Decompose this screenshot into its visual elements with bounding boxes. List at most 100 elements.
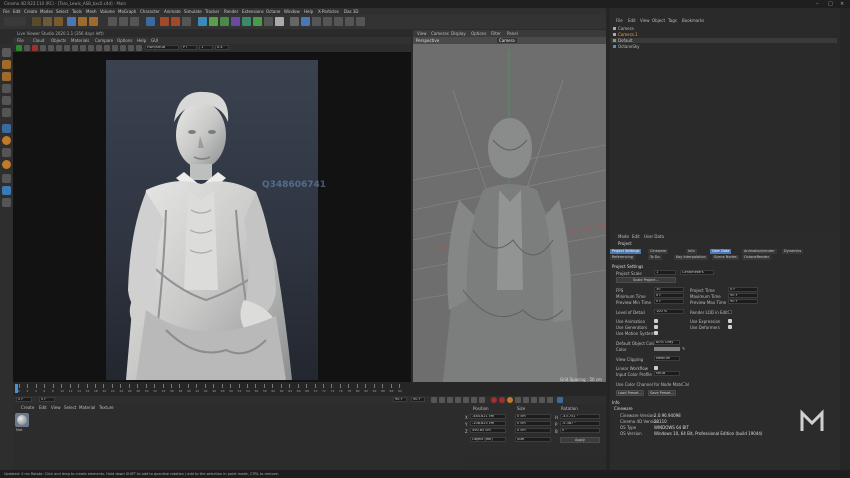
viewer-menu-objects[interactable]: Objects xyxy=(51,38,66,43)
coordinate-system-icon[interactable] xyxy=(146,17,155,26)
grid-icon[interactable] xyxy=(356,17,365,26)
input-color-profile-dropdown[interactable]: sRGB xyxy=(654,371,680,376)
menu-simulate[interactable]: Simulate xyxy=(184,9,202,14)
menu-modes[interactable]: Modes xyxy=(40,9,53,14)
obj-menu-file[interactable]: File xyxy=(616,18,623,23)
pen-icon[interactable] xyxy=(209,17,218,26)
region-icon[interactable] xyxy=(48,45,54,51)
eyedropper-icon[interactable]: ✎ xyxy=(682,346,685,351)
tab-referencing[interactable]: Referencing xyxy=(610,255,635,260)
point-level-icon[interactable] xyxy=(547,397,553,403)
pick-icon[interactable] xyxy=(56,45,62,51)
render-stop-icon[interactable] xyxy=(32,45,38,51)
channel-icon[interactable] xyxy=(120,45,126,51)
linear-workflow-checkbox[interactable] xyxy=(654,366,658,370)
keyframe-selection-icon[interactable] xyxy=(507,397,513,403)
cloner-icon[interactable] xyxy=(231,17,240,26)
cineware-toggle[interactable]: Cineware xyxy=(614,406,633,411)
lock-icon[interactable] xyxy=(345,17,354,26)
view-clipping-dropdown[interactable]: Medium xyxy=(654,356,680,361)
project-scale-field[interactable]: 1 xyxy=(654,270,676,275)
mat-menu-create[interactable]: Create xyxy=(21,405,34,410)
zoom-icon[interactable] xyxy=(104,45,110,51)
menu-tools[interactable]: Tools xyxy=(72,9,82,14)
alpha-icon[interactable] xyxy=(96,45,102,51)
next-frame-icon[interactable] xyxy=(463,397,469,403)
go-to-end-icon[interactable] xyxy=(479,397,485,403)
rotate-tool-icon[interactable] xyxy=(54,17,63,26)
mat-menu-select[interactable]: Select xyxy=(64,405,76,410)
load-preset-button[interactable]: Load Preset... xyxy=(616,390,644,396)
play-icon[interactable] xyxy=(455,397,461,403)
render-output-image[interactable] xyxy=(106,60,318,380)
snap-enable-icon[interactable] xyxy=(2,136,11,145)
camera-icon[interactable] xyxy=(264,17,273,26)
symmetry-icon[interactable] xyxy=(334,17,343,26)
render-start-icon[interactable] xyxy=(16,45,22,51)
preview-end-field[interactable]: 90 F xyxy=(411,397,425,402)
axis-z-icon[interactable] xyxy=(130,17,139,26)
mat-menu-material[interactable]: Material xyxy=(79,405,95,410)
tab-animation-render[interactable]: Animation/render xyxy=(742,249,777,254)
attr-menu-mode[interactable]: Mode xyxy=(618,234,629,239)
menu-volume[interactable]: Volume xyxy=(100,9,115,14)
go-to-start-icon[interactable] xyxy=(431,397,437,403)
rotation-h-field[interactable]: -43.751 ° xyxy=(560,414,600,419)
menu-extensions[interactable]: Extensions xyxy=(242,9,264,14)
floor-icon[interactable] xyxy=(253,17,262,26)
size-x-field[interactable]: 0 cm xyxy=(515,414,551,419)
kernel-dropdown[interactable]: PT xyxy=(181,45,197,50)
menu-octane[interactable]: Octane xyxy=(266,9,280,14)
use-motion-system-checkbox[interactable] xyxy=(654,331,658,335)
scale-tool-icon[interactable] xyxy=(43,17,52,26)
solo-icon[interactable] xyxy=(2,160,11,169)
viewport-menu-view[interactable]: View xyxy=(417,31,427,36)
position-z-field[interactable]: 490.65 cm xyxy=(470,428,506,433)
menu-character[interactable]: Character xyxy=(140,9,160,14)
size-y-field[interactable]: 0 cm xyxy=(515,421,551,426)
minimum-time-field[interactable]: 0 F xyxy=(654,293,684,298)
viewer-menu-gui[interactable]: GUI xyxy=(151,38,158,43)
menu-create[interactable]: Create xyxy=(24,9,37,14)
maximize-icon[interactable]: □ xyxy=(828,1,833,7)
menu-file[interactable]: File xyxy=(3,9,10,14)
color-mode-dropdown[interactable]: HDR/sRGB xyxy=(145,45,179,50)
minimize-icon[interactable]: – xyxy=(816,1,819,7)
current-frame-field[interactable]: 0 F xyxy=(16,397,32,402)
gpu-icon[interactable] xyxy=(136,45,142,51)
render-view-icon[interactable] xyxy=(160,17,169,26)
tab-dynamics[interactable]: Dynamics xyxy=(782,249,804,254)
viewer-menu-compare[interactable]: Compare xyxy=(95,38,113,43)
next-key-icon[interactable] xyxy=(471,397,477,403)
viewer-menu-cloud[interactable]: Cloud xyxy=(33,38,44,43)
previous-frame-icon[interactable] xyxy=(447,397,453,403)
workplane-icon[interactable] xyxy=(290,17,299,26)
obj-menu-bookmarks[interactable]: Bookmarks xyxy=(682,18,704,23)
viewer-menu-materials[interactable]: Materials xyxy=(71,38,89,43)
clay-icon[interactable] xyxy=(128,45,134,51)
level-of-detail-field[interactable]: 100 % xyxy=(654,309,684,314)
end-frame-field[interactable]: 90 F xyxy=(393,397,407,402)
use-animation-checkbox[interactable] xyxy=(654,319,658,323)
tab-key-interpolation[interactable]: Key Interpolation xyxy=(674,255,708,260)
guide-icon[interactable] xyxy=(323,17,332,26)
texture-mode-icon[interactable] xyxy=(2,72,11,81)
viewport-camera-label[interactable]: Camera xyxy=(497,38,517,43)
camera-view-icon[interactable] xyxy=(88,45,94,51)
mat-menu-view[interactable]: View xyxy=(51,405,61,410)
cube-icon[interactable] xyxy=(198,17,207,26)
project-scale-unit-dropdown[interactable]: Centimeters xyxy=(680,270,714,275)
lock-resolution-icon[interactable] xyxy=(80,45,86,51)
sculpt-icon[interactable] xyxy=(2,174,11,183)
rotation-p-field[interactable]: -5.387 ° xyxy=(560,421,600,426)
menu-tracker[interactable]: Tracker xyxy=(205,9,219,14)
menu-mograph[interactable]: MoGraph xyxy=(118,9,136,14)
perspective-viewport[interactable] xyxy=(413,30,606,382)
edge-mode-icon[interactable] xyxy=(2,96,11,105)
material-thumbnail[interactable] xyxy=(15,413,29,427)
mat-menu-edit[interactable]: Edit xyxy=(39,405,47,410)
tab-scene-nodes[interactable]: Scene Nodes xyxy=(712,255,739,260)
obj-menu-tags[interactable]: Tags xyxy=(668,18,677,23)
render-lod-checkbox[interactable] xyxy=(728,310,732,314)
position-key-icon[interactable] xyxy=(515,397,521,403)
